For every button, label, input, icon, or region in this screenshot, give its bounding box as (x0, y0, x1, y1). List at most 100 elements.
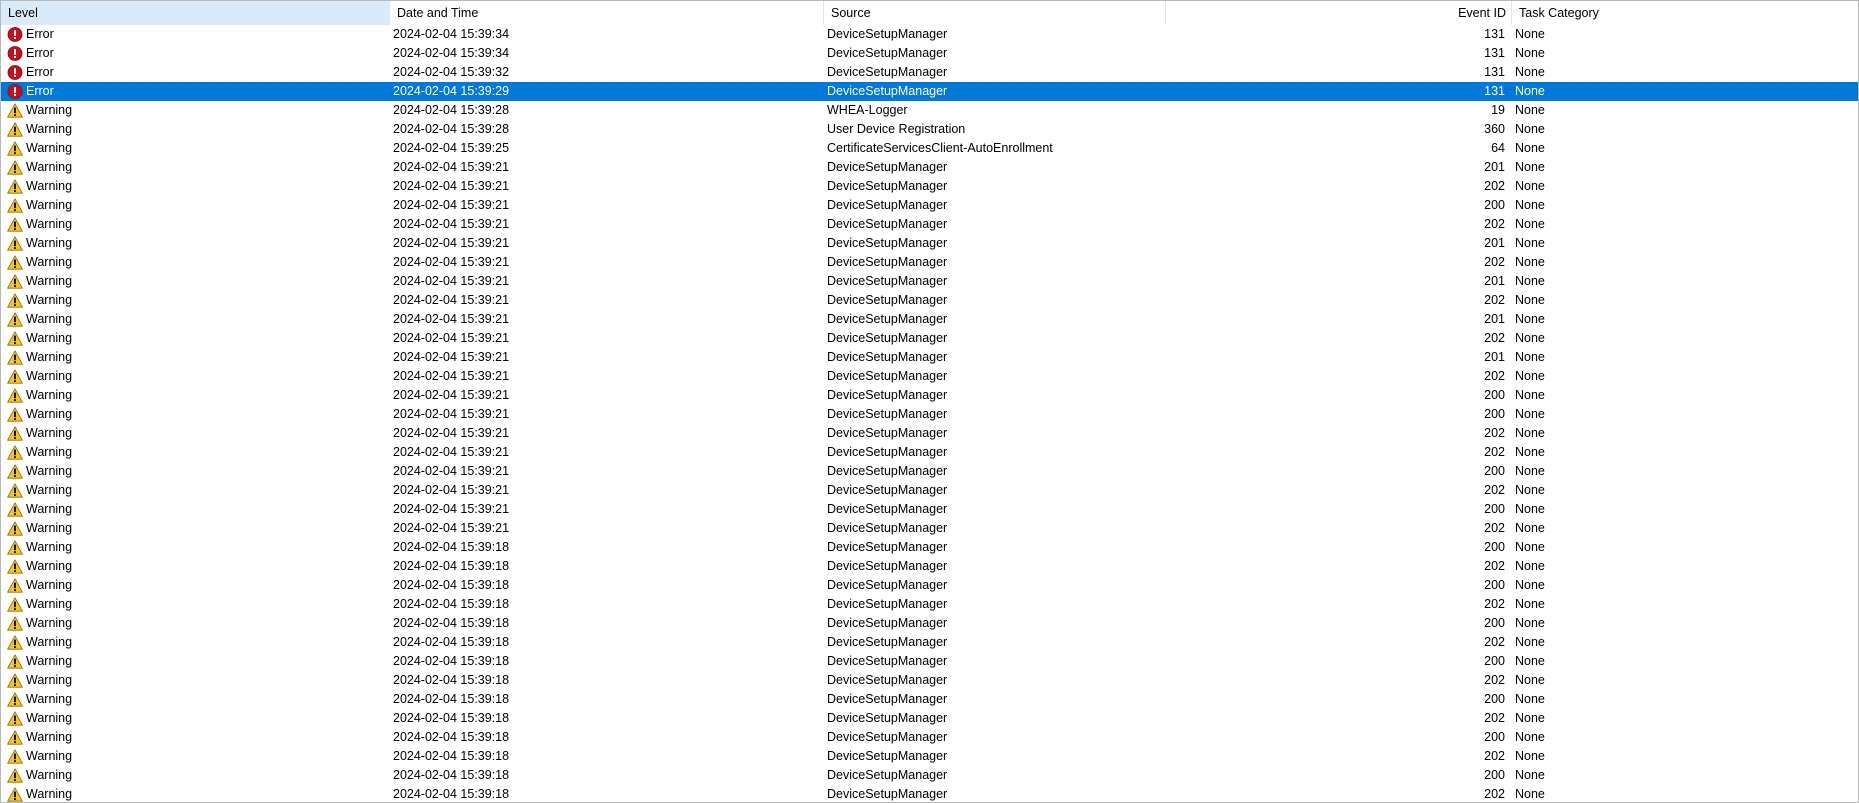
cell-date: 2024-02-04 15:39:18 (393, 559, 510, 573)
table-row[interactable]: Warning 2024-02-04 15:39:18 DeviceSetupMan… (1, 595, 1858, 614)
cell-source: DeviceSetupManager (827, 730, 948, 744)
table-row[interactable]: Warning 2024-02-04 15:39:21 DeviceSetupMan… (1, 348, 1858, 367)
table-row[interactable]: Warning 2024-02-04 15:39:21 DeviceSetupMan… (1, 253, 1858, 272)
table-row[interactable]: Warning 2024-02-04 15:39:21 DeviceSetupMan… (1, 310, 1858, 329)
cell-date: 2024-02-04 15:39:21 (393, 388, 510, 402)
table-row[interactable]: Warning 2024-02-04 15:39:21 DeviceSetupMan… (1, 500, 1858, 519)
warning-icon (7, 255, 23, 270)
level-text: Warning (26, 692, 73, 706)
cell-event-id: 200 (1484, 388, 1505, 402)
table-row[interactable]: Warning 2024-02-04 15:39:18 DeviceSetupMan… (1, 614, 1858, 633)
cell-date: 2024-02-04 15:39:18 (393, 673, 510, 687)
event-list[interactable]: Level Date and Time Source Event ID Task… (0, 0, 1859, 803)
warning-icon (7, 217, 23, 232)
cell-task-category: None (1515, 46, 1545, 60)
cell-event-id: 202 (1484, 749, 1505, 763)
table-row[interactable]: Warning 2024-02-04 15:39:21 DeviceSetupMan… (1, 291, 1858, 310)
table-row[interactable]: Warning 2024-02-04 15:39:18 DeviceSetupMan… (1, 709, 1858, 728)
cell-event-id: 200 (1484, 407, 1505, 421)
cell-event-id: 202 (1484, 673, 1505, 687)
table-row[interactable]: Warning 2024-02-04 15:39:18 DeviceSetupMan… (1, 671, 1858, 690)
table-row[interactable]: Warning 2024-02-04 15:39:28 User Device Re… (1, 120, 1858, 139)
cell-task-category: None (1515, 84, 1545, 98)
cell-level: Warning (7, 272, 387, 291)
cell-task-category: None (1515, 464, 1545, 478)
cell-date: 2024-02-04 15:39:21 (393, 331, 510, 345)
level-text: Error (26, 46, 54, 60)
table-row[interactable]: Warning 2024-02-04 15:39:21 DeviceSetupMan… (1, 177, 1858, 196)
table-row[interactable]: Warning 2024-02-04 15:39:18 DeviceSetupMan… (1, 633, 1858, 652)
cell-task-category: None (1515, 749, 1545, 763)
table-row[interactable]: Warning 2024-02-04 15:39:25 CertificateSer… (1, 139, 1858, 158)
cell-task-category: None (1515, 160, 1545, 174)
cell-date: 2024-02-04 15:39:21 (393, 445, 510, 459)
cell-task-category: None (1515, 635, 1545, 649)
level-text: Warning (26, 179, 73, 193)
table-row[interactable]: Warning 2024-02-04 15:39:18 DeviceSetupMan… (1, 785, 1858, 802)
level-text: Warning (26, 369, 73, 383)
table-row[interactable]: Warning 2024-02-04 15:39:21 DeviceSetupMan… (1, 367, 1858, 386)
cell-date: 2024-02-04 15:39:18 (393, 616, 510, 630)
table-row[interactable]: Error 2024-02-04 15:39:32 DeviceSetupManag… (1, 63, 1858, 82)
level-text: Warning (26, 464, 73, 478)
table-row[interactable]: Warning 2024-02-04 15:39:18 DeviceSetupMan… (1, 690, 1858, 709)
cell-date: 2024-02-04 15:39:21 (393, 179, 510, 193)
cell-task-category: None (1515, 578, 1545, 592)
table-row[interactable]: Warning 2024-02-04 15:39:21 DeviceSetupMan… (1, 424, 1858, 443)
table-row[interactable]: Warning 2024-02-04 15:39:18 DeviceSetupMan… (1, 728, 1858, 747)
column-header-event-id[interactable]: Event ID (1165, 1, 1511, 25)
cell-event-id: 202 (1484, 597, 1505, 611)
cell-event-id: 131 (1484, 65, 1505, 79)
table-row[interactable]: Warning 2024-02-04 15:39:21 DeviceSetupMan… (1, 158, 1858, 177)
column-header-task-category[interactable]: Task Category (1511, 1, 1857, 25)
cell-level: Warning (7, 253, 387, 272)
table-row[interactable]: Warning 2024-02-04 15:39:21 DeviceSetupMan… (1, 386, 1858, 405)
cell-level: Warning (7, 443, 387, 462)
table-row[interactable]: Warning 2024-02-04 15:39:18 DeviceSetupMan… (1, 766, 1858, 785)
table-row[interactable]: Warning 2024-02-04 15:39:28 WHEA-Logger 19 N… (1, 101, 1858, 120)
level-text: Warning (26, 312, 73, 326)
table-row[interactable]: Warning 2024-02-04 15:39:21 DeviceSetupMan… (1, 196, 1858, 215)
cell-date: 2024-02-04 15:39:21 (393, 255, 510, 269)
warning-icon (7, 236, 23, 251)
table-row[interactable]: Warning 2024-02-04 15:39:18 DeviceSetupMan… (1, 557, 1858, 576)
cell-event-id: 200 (1484, 198, 1505, 212)
table-row[interactable]: Warning 2024-02-04 15:39:21 DeviceSetupMan… (1, 215, 1858, 234)
column-header-level[interactable]: Level (1, 1, 389, 25)
cell-level: Error (7, 82, 387, 101)
table-row[interactable]: Warning 2024-02-04 15:39:21 DeviceSetupMan… (1, 405, 1858, 424)
cell-event-id: 360 (1484, 122, 1505, 136)
cell-source: DeviceSetupManager (827, 369, 948, 383)
table-row[interactable]: Warning 2024-02-04 15:39:21 DeviceSetupMan… (1, 272, 1858, 291)
cell-source: DeviceSetupManager (827, 483, 948, 497)
warning-icon (7, 274, 23, 289)
level-text: Warning (26, 597, 73, 611)
error-icon (7, 46, 23, 61)
warning-icon (7, 160, 23, 175)
column-header-date[interactable]: Date and Time (389, 1, 823, 25)
table-row[interactable]: Error 2024-02-04 15:39:34 DeviceSetupManag… (1, 44, 1858, 63)
cell-event-id: 202 (1484, 635, 1505, 649)
warning-icon (7, 388, 23, 403)
table-row[interactable]: Warning 2024-02-04 15:39:21 DeviceSetupMan… (1, 462, 1858, 481)
table-row[interactable]: Warning 2024-02-04 15:39:18 DeviceSetupMan… (1, 747, 1858, 766)
cell-level: Warning (7, 348, 387, 367)
table-row[interactable]: Warning 2024-02-04 15:39:21 DeviceSetupMan… (1, 481, 1858, 500)
table-row[interactable]: Warning 2024-02-04 15:39:21 DeviceSetupMan… (1, 519, 1858, 538)
table-row[interactable]: Warning 2024-02-04 15:39:18 DeviceSetupMan… (1, 538, 1858, 557)
table-row[interactable]: Warning 2024-02-04 15:39:21 DeviceSetupMan… (1, 443, 1858, 462)
table-row[interactable]: Warning 2024-02-04 15:39:21 DeviceSetupMan… (1, 329, 1858, 348)
table-row[interactable]: Warning 2024-02-04 15:39:18 DeviceSetupMan… (1, 576, 1858, 595)
column-header-source[interactable]: Source (823, 1, 1165, 25)
level-text: Warning (26, 388, 73, 402)
level-text: Warning (26, 103, 73, 117)
level-text: Warning (26, 445, 73, 459)
cell-source: DeviceSetupManager (827, 464, 948, 478)
level-text: Warning (26, 559, 73, 573)
table-row[interactable]: Warning 2024-02-04 15:39:21 DeviceSetupMan… (1, 234, 1858, 253)
table-row[interactable]: Error 2024-02-04 15:39:34 DeviceSetupManag… (1, 25, 1858, 44)
table-row[interactable]: Warning 2024-02-04 15:39:18 DeviceSetupMan… (1, 652, 1858, 671)
level-text: Warning (26, 654, 73, 668)
cell-event-id: 202 (1484, 445, 1505, 459)
table-row-selected[interactable]: Error 2024-02-04 15:39:29 DeviceSetupManag… (1, 82, 1858, 101)
